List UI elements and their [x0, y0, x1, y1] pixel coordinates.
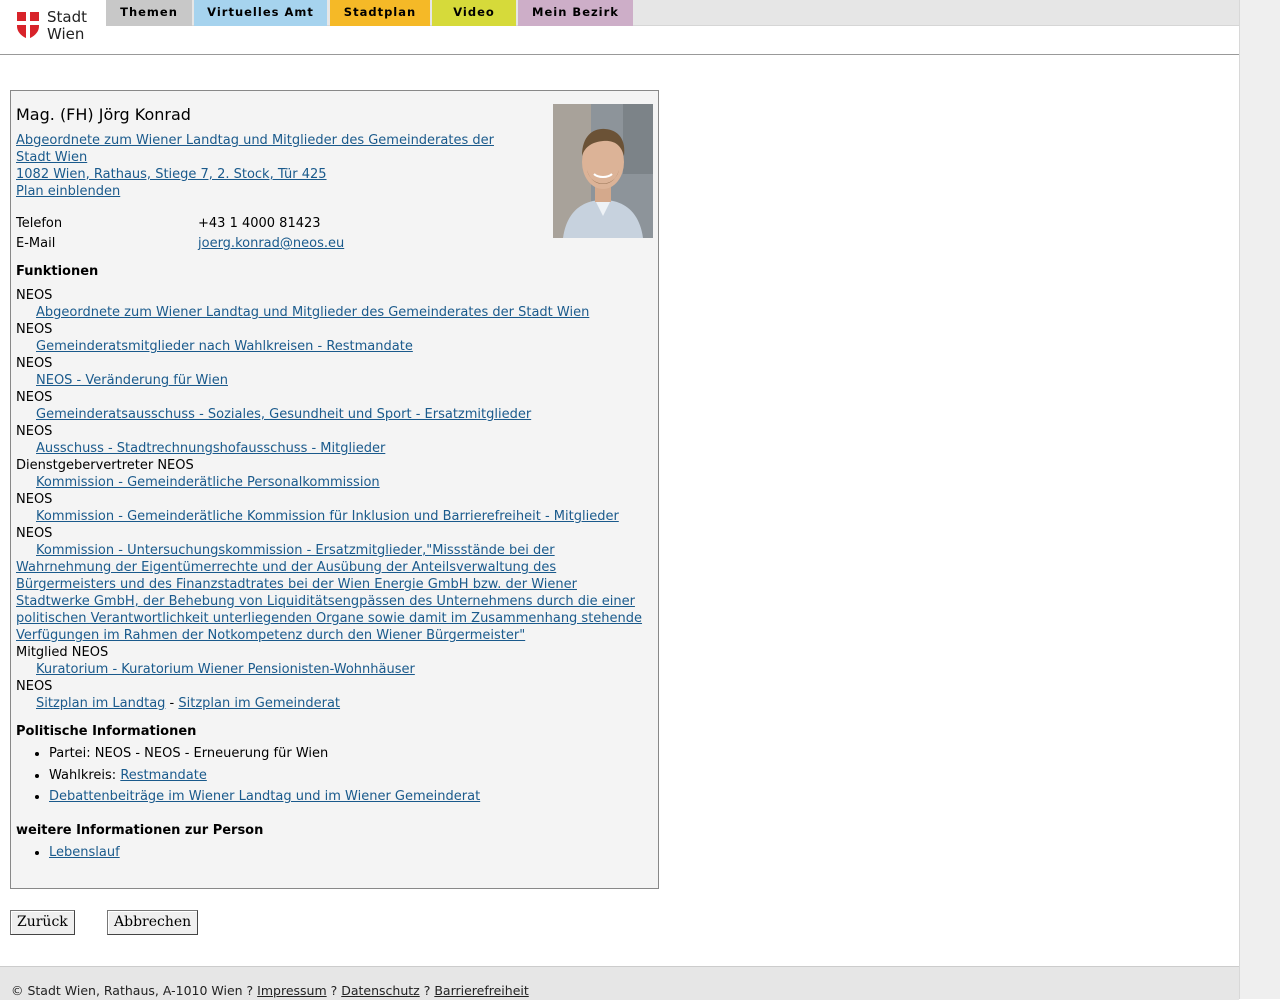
- debattenbeitraege-link[interactable]: Debattenbeiträge im Wiener Landtag und i…: [49, 789, 480, 804]
- sitzplan-landtag-link[interactable]: Sitzplan im Landtag: [36, 696, 165, 711]
- person-name: Mag. (FH) Jörg Konrad: [16, 105, 191, 124]
- footer: © Stadt Wien, Rathaus, A-1010 Wien ? Imp…: [0, 966, 1239, 1000]
- stadt-wien-logo[interactable]: Stadt Wien: [17, 10, 92, 42]
- function-link[interactable]: Kuratorium - Kuratorium Wiener Pensionis…: [36, 662, 415, 677]
- address-block: Abgeordnete zum Wiener Landtag und Mitgl…: [16, 132, 516, 200]
- contact-table: Telefon +43 1 4000 81423 E-Mail joerg.ko…: [16, 214, 344, 254]
- wien-shield-icon: [17, 12, 39, 39]
- page-scroll-area: [1239, 0, 1280, 999]
- phone-number: +43 1 4000 81423: [198, 216, 321, 231]
- phone-label: Telefon: [16, 216, 63, 231]
- cancel-button[interactable]: Abbrechen: [107, 910, 199, 935]
- function-link[interactable]: Gemeinderatsausschuss - Soziales, Gesund…: [36, 407, 531, 422]
- function-link[interactable]: Ausschuss - Stadtrechnungshofausschuss -…: [36, 441, 385, 456]
- nav-tab-virtuelles-amt[interactable]: Virtuelles Amt: [194, 0, 327, 26]
- function-org: Dienstgebervertreter NEOS: [16, 458, 194, 473]
- weitere-informationen-heading: weitere Informationen zur Person: [16, 823, 264, 838]
- main-navigation: Themen Virtuelles Amt Stadtplan Video Me…: [106, 0, 1239, 26]
- politische-informationen-heading: Politische Informationen: [16, 724, 197, 739]
- show-map-link[interactable]: Plan einblenden: [16, 183, 516, 200]
- function-org: NEOS: [16, 492, 53, 507]
- nav-tab-mein-bezirk[interactable]: Mein Bezirk: [518, 0, 633, 26]
- header: Stadt Wien Themen Virtuelles Amt Stadtpl…: [0, 0, 1239, 55]
- function-link[interactable]: Abgeordnete zum Wiener Landtag und Mitgl…: [36, 305, 589, 320]
- function-link[interactable]: Kommission - Gemeinderätliche Personalko…: [36, 475, 380, 490]
- wahlkreis-item: Wahlkreis: Restmandate: [49, 765, 480, 787]
- function-link[interactable]: Kommission - Untersuchungskommission - E…: [16, 543, 642, 643]
- back-button[interactable]: Zurück: [10, 910, 75, 935]
- function-org: NEOS: [16, 356, 53, 371]
- address-link[interactable]: 1082 Wien, Rathaus, Stiege 7, 2. Stock, …: [16, 166, 516, 183]
- organisation-link[interactable]: Abgeordnete zum Wiener Landtag und Mitgl…: [16, 132, 516, 166]
- function-org: NEOS: [16, 424, 53, 439]
- impressum-link[interactable]: Impressum: [257, 983, 326, 998]
- function-org: NEOS: [16, 679, 53, 694]
- logo-text: Stadt Wien: [47, 8, 87, 43]
- lebenslauf-link[interactable]: Lebenslauf: [49, 845, 120, 860]
- nav-tab-themen[interactable]: Themen: [106, 0, 192, 26]
- function-org: NEOS: [16, 288, 53, 303]
- email-label: E-Mail: [16, 236, 56, 251]
- sitzplan-gemeinderat-link[interactable]: Sitzplan im Gemeinderat: [178, 696, 340, 711]
- nav-tab-stadtplan[interactable]: Stadtplan: [330, 0, 430, 26]
- partei-item: Partei: NEOS - NEOS - Erneuerung für Wie…: [49, 743, 480, 765]
- sitzplan-separator: -: [165, 696, 179, 711]
- function-org: NEOS: [16, 390, 53, 405]
- debatten-item: Debattenbeiträge im Wiener Landtag und i…: [49, 786, 480, 808]
- funktionen-list: NEOS Abgeordnete zum Wiener Landtag und …: [16, 287, 646, 712]
- datenschutz-link[interactable]: Datenschutz: [341, 983, 420, 998]
- function-org: Mitglied NEOS: [16, 645, 109, 660]
- footer-text: © Stadt Wien, Rathaus, A-1010 Wien ? Imp…: [11, 983, 529, 998]
- function-org: NEOS: [16, 322, 53, 337]
- nav-tab-video[interactable]: Video: [432, 0, 516, 26]
- politische-informationen-list: Partei: NEOS - NEOS - Erneuerung für Wie…: [16, 743, 480, 808]
- barrierefreiheit-link[interactable]: Barrierefreiheit: [434, 983, 528, 998]
- weitere-informationen-list: Lebenslauf: [16, 842, 120, 863]
- function-link[interactable]: Kommission - Gemeinderätliche Kommission…: [36, 509, 619, 524]
- function-org: NEOS: [16, 526, 53, 541]
- function-link[interactable]: NEOS - Veränderung für Wien: [36, 373, 228, 388]
- wahlkreis-link[interactable]: Restmandate: [120, 768, 207, 783]
- function-link[interactable]: Gemeinderatsmitglieder nach Wahlkreisen …: [36, 339, 413, 354]
- person-photo: [553, 104, 653, 238]
- person-details-card: Mag. (FH) Jörg Konrad Abgeordnete zum Wi…: [10, 90, 659, 889]
- funktionen-heading: Funktionen: [16, 264, 99, 279]
- email-link[interactable]: joerg.konrad@neos.eu: [198, 234, 344, 254]
